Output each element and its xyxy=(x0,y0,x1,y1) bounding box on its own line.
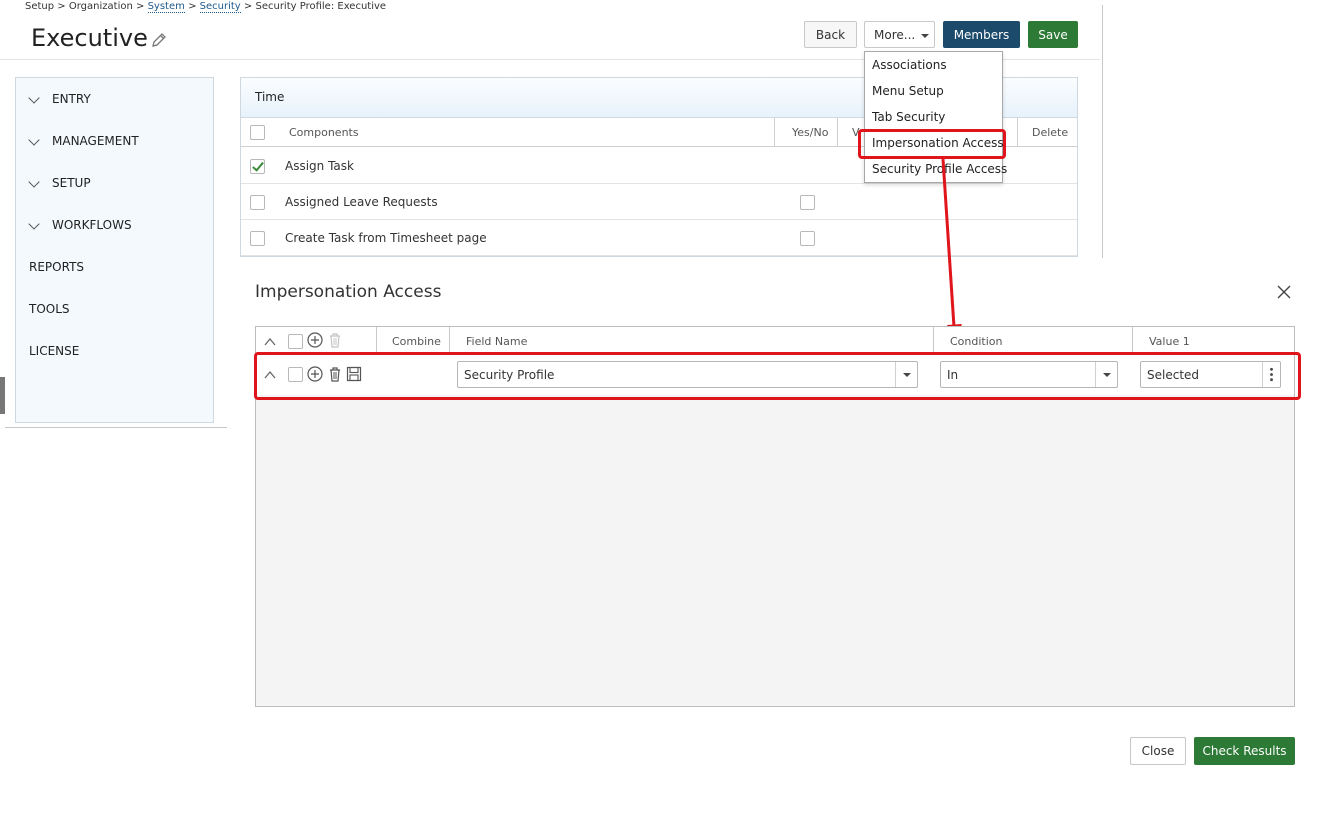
row-label: Assign Task xyxy=(285,159,354,173)
breadcrumb-organization: Organization xyxy=(68,1,133,12)
chevron-down-icon xyxy=(28,134,40,146)
trash-icon xyxy=(330,333,340,348)
sidebar-item-tools[interactable]: TOOLS xyxy=(29,302,70,316)
grid-header: Combine Field Name Condition Value 1 xyxy=(256,327,1294,355)
more-button-label: More... xyxy=(874,27,916,42)
breadcrumb-current: Security Profile: Executive xyxy=(255,1,387,12)
save-button[interactable]: Save xyxy=(1028,21,1078,48)
sidebar-item-license[interactable]: LICENSE xyxy=(29,344,79,358)
chevron-down-icon xyxy=(28,176,40,188)
close-icon[interactable] xyxy=(1276,284,1292,300)
breadcrumb-link-security[interactable]: Security xyxy=(199,1,241,13)
check-results-button[interactable]: Check Results xyxy=(1194,737,1295,765)
sidebar-divider xyxy=(5,427,227,428)
breadcrumb-separator: > xyxy=(243,1,253,12)
sidebar: ENTRY MANAGEMENT SETUP WORKFLOWS REPORTS… xyxy=(15,77,214,423)
row-checkbox[interactable] xyxy=(250,231,265,246)
sidebar-item-entry[interactable]: ENTRY xyxy=(52,92,91,106)
breadcrumb-separator: > xyxy=(136,1,145,12)
add-circle-icon[interactable] xyxy=(307,332,323,348)
row-label: Create Task from Timesheet page xyxy=(285,231,487,245)
highlight-box xyxy=(858,129,1006,159)
members-button[interactable]: Members xyxy=(943,21,1020,48)
edit-pencil-icon[interactable] xyxy=(150,31,168,49)
column-separator xyxy=(376,327,377,355)
yesno-checkbox[interactable] xyxy=(800,195,815,210)
row-checkbox[interactable] xyxy=(250,195,265,210)
column-separator xyxy=(1132,327,1133,355)
yesno-checkbox[interactable] xyxy=(800,231,815,246)
more-dropdown-button[interactable]: More... xyxy=(864,21,935,48)
column-combine: Combine xyxy=(392,335,441,348)
menu-item-menu-setup[interactable]: Menu Setup xyxy=(872,84,944,98)
sidebar-item-workflows[interactable]: WORKFLOWS xyxy=(52,218,132,232)
column-separator xyxy=(933,327,934,355)
breadcrumb-link-system[interactable]: System xyxy=(147,1,185,13)
column-components: Components xyxy=(289,126,359,139)
sidebar-item-reports[interactable]: REPORTS xyxy=(29,260,84,274)
column-separator xyxy=(837,118,838,147)
sidebar-item-setup[interactable]: SETUP xyxy=(52,176,91,190)
breadcrumb-separator: > xyxy=(57,1,66,12)
collapsed-side-tab[interactable] xyxy=(0,377,5,414)
column-value-1: Value 1 xyxy=(1149,335,1190,348)
more-dropdown-menu: Associations Menu Setup Tab Security Imp… xyxy=(864,51,1007,183)
breadcrumb-separator: > xyxy=(188,1,197,12)
column-separator xyxy=(1017,118,1018,147)
row-checkbox[interactable] xyxy=(250,159,265,174)
column-condition: Condition xyxy=(950,335,1003,348)
content-right-border xyxy=(1102,5,1103,258)
chevron-up-icon[interactable] xyxy=(262,334,278,350)
sidebar-item-management[interactable]: MANAGEMENT xyxy=(52,134,139,148)
column-separator xyxy=(774,118,775,147)
menu-item-associations[interactable]: Associations xyxy=(872,58,947,72)
dialog-title: Impersonation Access xyxy=(255,282,442,302)
column-separator xyxy=(449,327,450,355)
column-yesno: Yes/No xyxy=(792,126,829,139)
select-all-checkbox[interactable] xyxy=(250,125,265,140)
annotation-arrow xyxy=(941,158,962,341)
chevron-down-icon xyxy=(28,92,40,104)
row-label: Assigned Leave Requests xyxy=(285,195,438,209)
page-title: Executive xyxy=(31,24,148,52)
breadcrumb: Setup > Organization > System > Security… xyxy=(25,1,387,13)
caret-down-icon xyxy=(921,34,929,38)
panel-title: Time xyxy=(255,90,285,104)
chevron-down-icon xyxy=(28,218,40,230)
breadcrumb-setup: Setup xyxy=(25,1,55,12)
column-field-name: Field Name xyxy=(466,335,528,348)
column-delete: Delete xyxy=(1032,126,1069,139)
highlight-box xyxy=(254,352,1301,400)
select-all-checkbox[interactable] xyxy=(288,334,303,349)
menu-item-tab-security[interactable]: Tab Security xyxy=(872,110,945,124)
close-button[interactable]: Close xyxy=(1130,737,1186,765)
back-button[interactable]: Back xyxy=(804,21,857,48)
